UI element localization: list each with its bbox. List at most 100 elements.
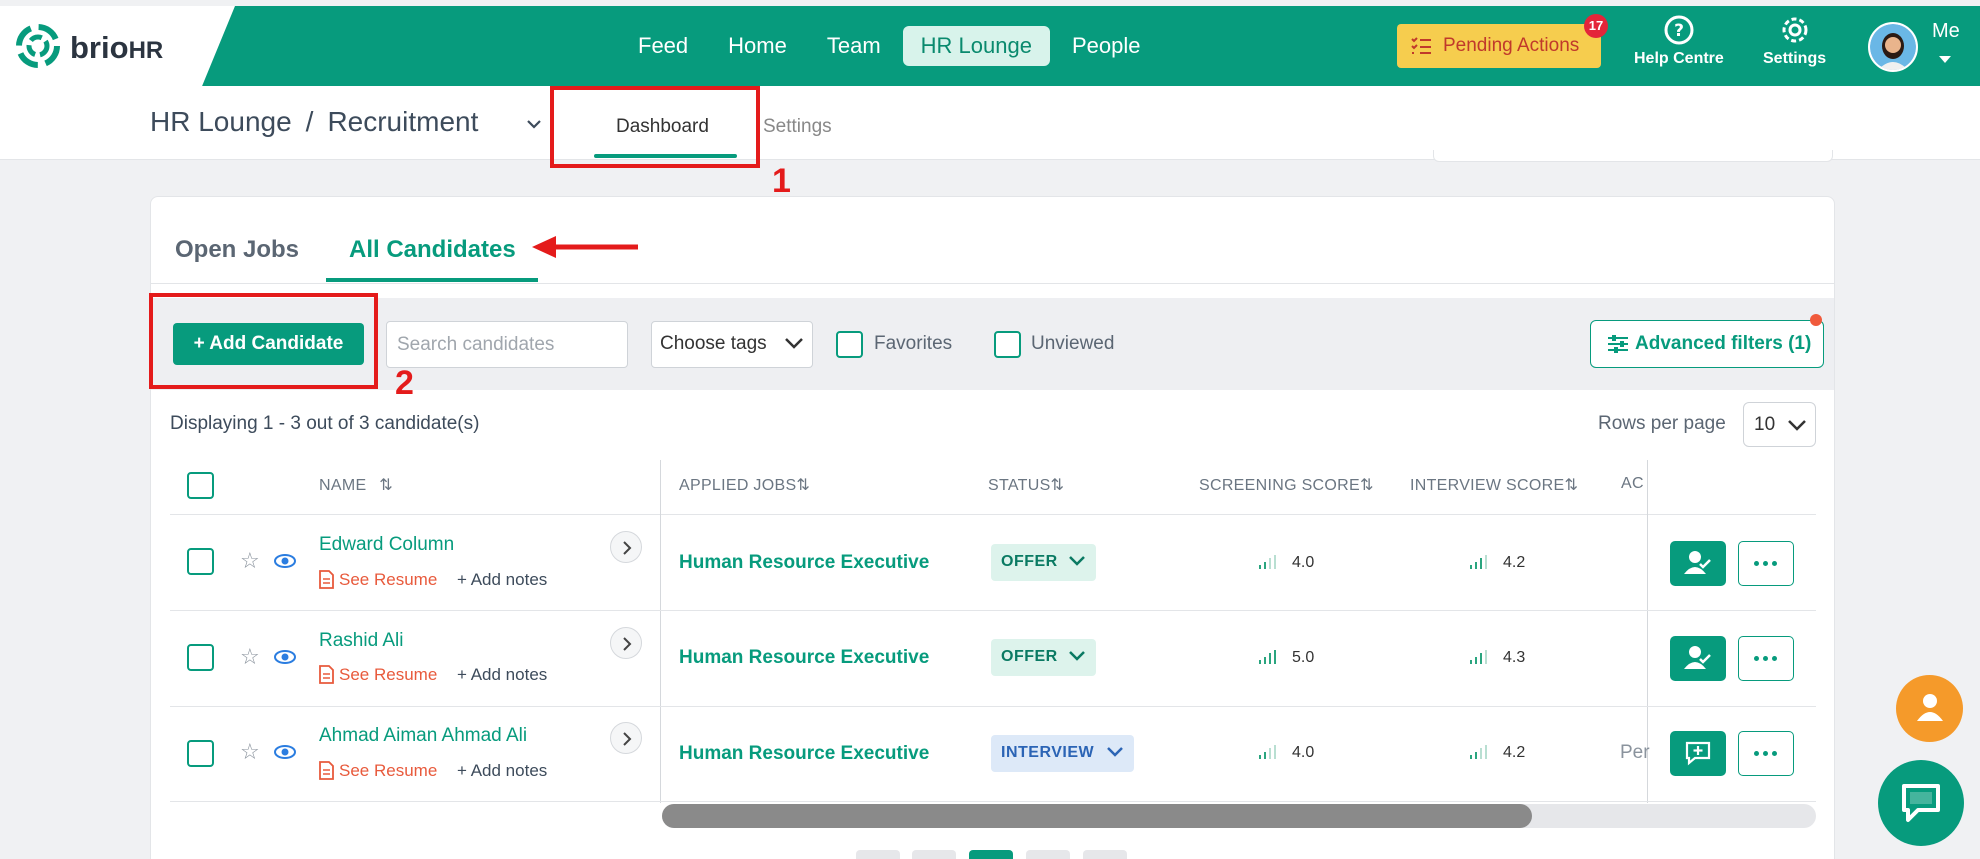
nav-feed[interactable]: Feed — [620, 26, 706, 66]
pagination-last[interactable] — [1083, 850, 1127, 859]
nav-home[interactable]: Home — [710, 26, 805, 66]
pending-count-badge: 17 — [1584, 14, 1608, 38]
header-status[interactable]: STATUS⇅ — [988, 475, 1064, 495]
header-screening-score[interactable]: SCREENING SCORE⇅ — [1199, 475, 1374, 495]
applied-job-link[interactable]: Human Resource Executive — [679, 552, 929, 574]
tab-open-jobs[interactable]: Open Jobs — [175, 236, 299, 264]
sub-header: HR Lounge / Recruitment Dashboard Settings — [0, 86, 1980, 160]
interview-score: 4.3 — [1470, 649, 1525, 667]
tab-divider — [151, 283, 1834, 284]
expand-row-button[interactable] — [610, 531, 642, 563]
user-check-icon — [1684, 551, 1711, 574]
signal-bars-icon — [1470, 555, 1487, 569]
me-caret-icon[interactable] — [1939, 56, 1951, 63]
applied-job-link[interactable]: Human Resource Executive — [679, 647, 929, 669]
nav-hr-lounge[interactable]: HR Lounge — [902, 26, 1050, 66]
settings-button[interactable]: Settings — [1763, 14, 1826, 68]
sort-icon: ⇅ — [1564, 477, 1579, 494]
scrollbar-thumb[interactable] — [662, 804, 1532, 828]
row-checkbox[interactable] — [187, 740, 214, 767]
pagination-prev[interactable] — [912, 850, 956, 859]
star-icon[interactable]: ☆ — [240, 644, 260, 670]
chevron-right-icon — [623, 637, 632, 651]
tab-all-candidates[interactable]: All Candidates — [349, 236, 516, 264]
choose-tags-label: Choose tags — [660, 333, 767, 354]
hire-candidate-button[interactable] — [1670, 541, 1726, 586]
add-notes-link[interactable]: + Add notes — [457, 665, 547, 685]
candidate-name-link[interactable]: Edward Column — [319, 534, 454, 556]
interview-score: 4.2 — [1470, 744, 1525, 762]
sort-icon: ⇅ — [1359, 477, 1374, 494]
more-actions-button[interactable] — [1738, 541, 1794, 586]
candidate-name-link[interactable]: Ahmad Aiman Ahmad Ali — [319, 725, 527, 747]
more-actions-button[interactable] — [1738, 636, 1794, 681]
annotation-box-add-candidate — [149, 293, 378, 389]
rows-per-page-select[interactable]: 10 — [1743, 402, 1816, 447]
pagination-first[interactable] — [856, 850, 900, 859]
breadcrumb-current: Recruitment — [327, 106, 479, 137]
see-resume-link[interactable]: See Resume — [319, 665, 437, 685]
sort-icon: ⇅ — [379, 477, 393, 494]
row-checkbox[interactable] — [187, 548, 214, 575]
breadcrumb-root[interactable]: HR Lounge — [150, 106, 292, 137]
pagination-current[interactable] — [969, 850, 1013, 859]
status-dropdown[interactable]: INTERVIEW — [991, 735, 1134, 772]
document-icon — [319, 665, 334, 684]
nav-people[interactable]: People — [1054, 26, 1159, 66]
choose-tags-dropdown[interactable]: Choose tags — [651, 321, 813, 368]
expand-row-button[interactable] — [610, 722, 642, 754]
add-notes-link[interactable]: + Add notes — [457, 761, 547, 781]
see-resume-link[interactable]: See Resume — [319, 570, 437, 590]
select-all-checkbox[interactable] — [187, 472, 214, 499]
applied-job-link[interactable]: Human Resource Executive — [679, 743, 929, 765]
annotation-arrow-icon — [532, 236, 638, 258]
search-input[interactable] — [386, 321, 628, 368]
more-dots-icon — [1754, 656, 1781, 661]
header-applied-jobs[interactable]: APPLIED JOBS⇅ — [679, 475, 810, 495]
filter-active-dot — [1810, 314, 1822, 326]
candidate-name-link[interactable]: Rashid Ali — [319, 630, 404, 652]
advanced-filters-button[interactable]: Advanced filters (1) — [1590, 320, 1824, 368]
screening-score: 4.0 — [1259, 554, 1314, 572]
logo[interactable]: brioHR — [0, 6, 235, 86]
tab-settings[interactable]: Settings — [763, 116, 832, 138]
checklist-icon — [1411, 37, 1431, 54]
profile-fab-button[interactable] — [1896, 675, 1963, 742]
hire-candidate-button[interactable] — [1670, 636, 1726, 681]
sliders-icon — [1608, 335, 1628, 353]
tab-all-candidates-indicator — [326, 278, 538, 282]
star-icon[interactable]: ☆ — [240, 548, 260, 574]
header-interview-score[interactable]: INTERVIEW SCORE⇅ — [1410, 475, 1578, 495]
expand-row-button[interactable] — [610, 627, 642, 659]
avatar[interactable] — [1868, 22, 1918, 72]
pagination-next[interactable] — [1026, 850, 1070, 859]
see-resume-link[interactable]: See Resume — [319, 761, 437, 781]
signal-bars-icon — [1259, 650, 1276, 664]
more-actions-button[interactable] — [1738, 731, 1794, 776]
status-dropdown[interactable]: OFFER — [991, 639, 1096, 676]
pending-actions-button[interactable]: Pending Actions — [1397, 24, 1601, 68]
top-navbar: brioHR Feed Home Team HR Lounge People P… — [0, 6, 1980, 86]
help-centre-button[interactable]: ? Help Centre — [1634, 14, 1724, 68]
eye-icon[interactable] — [274, 744, 296, 760]
background-card-edge — [1433, 150, 1833, 162]
action-partial-text: Per — [1620, 742, 1650, 763]
nav-team[interactable]: Team — [809, 26, 899, 66]
chat-fab-button[interactable] — [1878, 760, 1964, 846]
eye-icon[interactable] — [274, 553, 296, 569]
breadcrumb-separator: / — [305, 106, 314, 137]
feedback-button[interactable] — [1670, 731, 1726, 776]
add-notes-link[interactable]: + Add notes — [457, 570, 547, 590]
me-label[interactable]: Me — [1932, 20, 1960, 43]
eye-icon[interactable] — [274, 649, 296, 665]
status-dropdown[interactable]: OFFER — [991, 544, 1096, 581]
star-icon[interactable]: ☆ — [240, 739, 260, 765]
favorites-checkbox[interactable] — [836, 331, 863, 358]
screening-score: 5.0 — [1259, 649, 1314, 667]
unviewed-checkbox[interactable] — [994, 331, 1021, 358]
favorites-label: Favorites — [874, 333, 953, 354]
chevron-right-icon — [623, 541, 632, 555]
chevron-down-icon[interactable] — [526, 116, 542, 132]
header-name[interactable]: NAME ⇅ — [319, 475, 393, 495]
row-checkbox[interactable] — [187, 644, 214, 671]
